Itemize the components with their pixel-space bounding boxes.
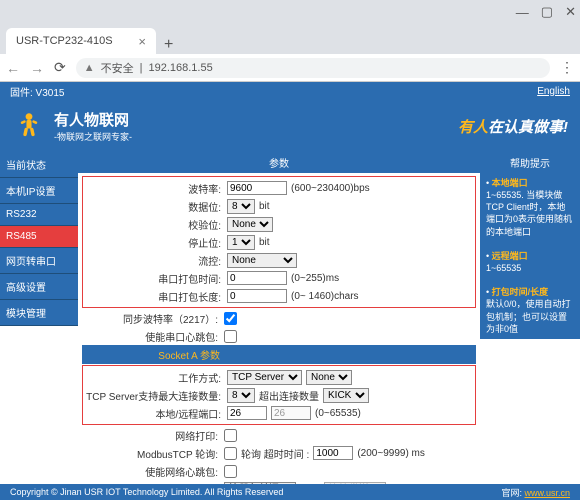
sidebar-item-ip[interactable]: 本机IP设置 (0, 178, 78, 204)
socket-a-box: 工作方式:TCP ServerNone TCP Server支持最大连接数量:8… (82, 365, 476, 425)
sidebar-item-status[interactable]: 当前状态 (0, 152, 78, 178)
netprint-checkbox[interactable] (224, 429, 237, 442)
databits-select[interactable]: 8 (227, 199, 255, 214)
modbus-checkbox[interactable] (224, 447, 237, 460)
sidebar-item-advanced[interactable]: 高级设置 (0, 274, 78, 300)
sidebar-item-rs232[interactable]: RS232 (0, 204, 78, 226)
maxconn-select[interactable]: 8 (227, 388, 255, 403)
browser-tab[interactable]: USR-TCP232-410S × (6, 28, 156, 54)
insecure-icon: ▲ (84, 62, 95, 74)
content: 参数 波特率:(600~230400)bps 数据位:8bit 校验位:None… (78, 152, 480, 484)
footer: Copyright © Jinan USR IOT Technology Lim… (0, 484, 580, 500)
parity-select[interactable]: None (227, 217, 273, 232)
url-field[interactable]: ▲ 不安全 | 192.168.1.55 (76, 58, 550, 78)
help-column: 帮助提示 • 本地端口1~65535. 当模块做TCP Client时，本地端口… (480, 152, 580, 484)
stopbits-select[interactable]: 1 (227, 235, 255, 250)
flow-select[interactable]: None (227, 253, 297, 268)
header: 有人物联网 -物联网之联网专家- 有人在认真做事! (0, 100, 580, 152)
new-tab-button[interactable]: + (156, 36, 181, 54)
minimize-icon[interactable]: — (516, 5, 529, 20)
help-tips: • 本地端口1~65535. 当模块做TCP Client时，本地端口为0表示使… (480, 173, 580, 339)
sidebar: 当前状态 本机IP设置 RS232 RS485 网页转串口 高级设置 模块管理 (0, 152, 78, 484)
browser-tabs: USR-TCP232-410S × + (0, 24, 580, 54)
local-port-input[interactable] (227, 406, 267, 420)
mode-select[interactable]: TCP Server (227, 370, 302, 385)
firmware-strip: 固件: V3015 English (0, 82, 580, 100)
firmware-version: 固件: V3015 (10, 84, 64, 99)
insecure-label: 不安全 (101, 60, 134, 76)
modbus-timeout-input[interactable] (313, 446, 353, 460)
baud-label: 波特率: (85, 181, 223, 196)
close-icon[interactable]: ✕ (565, 4, 576, 20)
reload-icon[interactable]: ⟳ (54, 59, 66, 76)
site-link[interactable]: www.usr.cn (524, 488, 570, 498)
copyright: Copyright © Jinan USR IOT Technology Lim… (10, 487, 283, 497)
tab-title: USR-TCP232-410S (16, 35, 113, 47)
sidebar-item-web2serial[interactable]: 网页转串口 (0, 248, 78, 274)
sync-checkbox[interactable] (224, 312, 237, 325)
tab-close-icon[interactable]: × (138, 34, 146, 49)
mode2-select[interactable]: None (306, 370, 352, 385)
params-header: 参数 (78, 152, 480, 173)
english-link[interactable]: English (537, 86, 570, 97)
net-hb-checkbox[interactable] (224, 465, 237, 478)
logo-sub: -物联网之联网专家- (54, 130, 132, 143)
url-text: 192.168.1.55 (148, 62, 212, 74)
slogan: 有人在认真做事! (458, 116, 568, 137)
address-bar: ← → ⟳ ▲ 不安全 | 192.168.1.55 ⋮ (0, 54, 580, 82)
back-icon[interactable]: ← (6, 60, 20, 76)
page: 固件: V3015 English 有人物联网 -物联网之联网专家- 有人在认真… (0, 82, 580, 500)
sidebar-item-rs485[interactable]: RS485 (0, 226, 78, 248)
baud-input[interactable] (227, 181, 287, 195)
serial-hb-checkbox[interactable] (224, 330, 237, 343)
forward-icon: → (30, 60, 44, 76)
serial-params-box: 波特率:(600~230400)bps 数据位:8bit 校验位:None 停止… (82, 176, 476, 308)
pkt-time-input[interactable] (227, 271, 287, 285)
remote-port-input (271, 406, 311, 420)
help-header: 帮助提示 (480, 152, 580, 173)
pkt-len-input[interactable] (227, 289, 287, 303)
menu-icon[interactable]: ⋮ (560, 59, 574, 76)
overflow-select[interactable]: KICK (323, 388, 369, 403)
logo: 有人物联网 -物联网之联网专家- (12, 109, 132, 143)
logo-icon (12, 109, 46, 143)
socket-a-header: Socket A 参数 (82, 345, 476, 364)
window-controls: — ▢ ✕ (0, 0, 580, 24)
sidebar-item-module[interactable]: 模块管理 (0, 300, 78, 326)
logo-title: 有人物联网 (54, 109, 132, 130)
maximize-icon[interactable]: ▢ (541, 4, 553, 20)
